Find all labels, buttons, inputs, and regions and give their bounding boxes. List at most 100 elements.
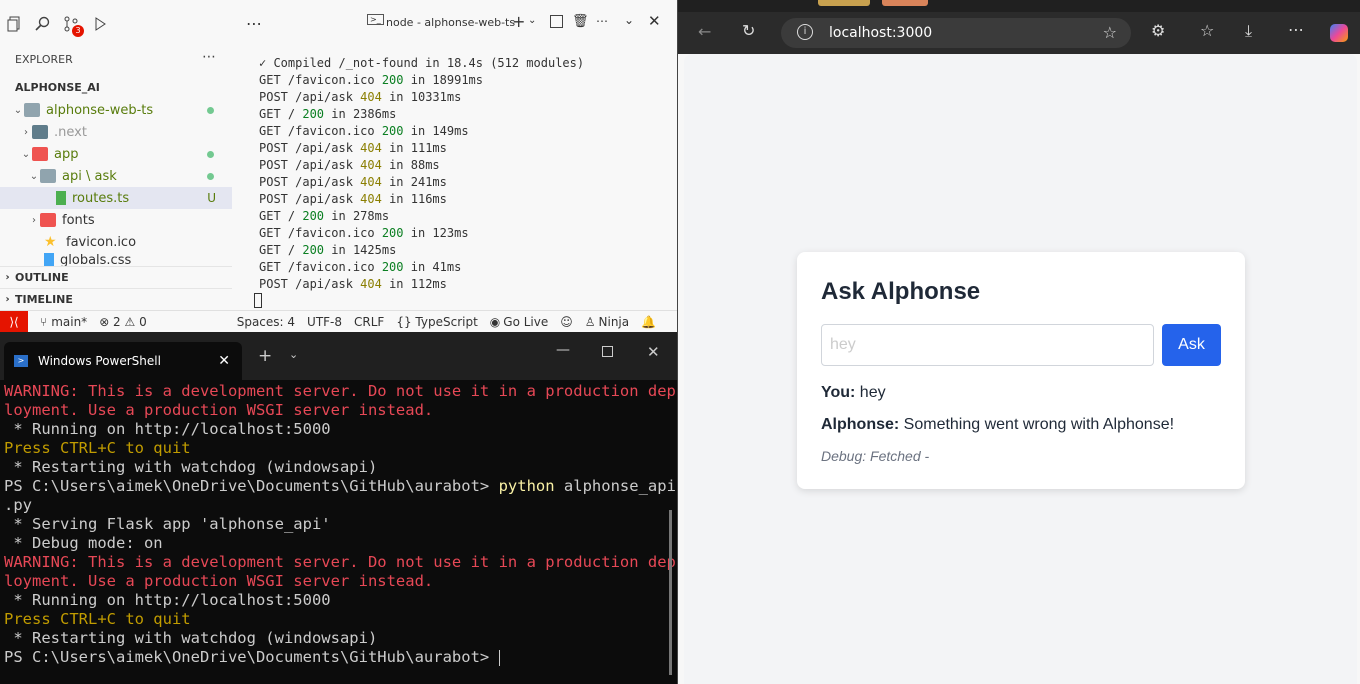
source-control-icon[interactable]: 3 bbox=[60, 13, 84, 37]
ps-line: * Running on http://localhost:5000 bbox=[4, 591, 331, 609]
terminal-line: GET /favicon.ico 200 in 123ms bbox=[259, 226, 469, 240]
ps-line: Press CTRL+C to quit bbox=[4, 610, 191, 628]
star-icon: ★ bbox=[44, 234, 57, 250]
ps-line: WARNING: This is a development server. D… bbox=[4, 382, 676, 400]
branch-status[interactable]: main* bbox=[51, 315, 87, 329]
close-tab-icon[interactable]: ✕ bbox=[218, 353, 230, 369]
maximize-icon[interactable] bbox=[602, 346, 613, 357]
copilot-icon[interactable]: ☺ bbox=[560, 315, 573, 329]
split-terminal-icon[interactable] bbox=[550, 15, 563, 28]
downloads-icon[interactable]: ⤓ bbox=[1245, 21, 1252, 41]
tree-item-fonts[interactable]: › fonts bbox=[0, 209, 232, 231]
minimize-icon[interactable]: — bbox=[556, 342, 570, 358]
tree-item-api-ask[interactable]: ⌄ api \ ask bbox=[0, 165, 232, 187]
ps-line: * Debug mode: on bbox=[4, 534, 163, 552]
you-text: hey bbox=[855, 384, 886, 401]
problems-status[interactable]: ⊗ 2 ⚠ 0 bbox=[99, 315, 147, 329]
remote-icon[interactable]: ⟩⟨ bbox=[0, 310, 28, 333]
browser-window: ← ↻ i localhost:3000 ☆ ⚙ ☆ ⤓ ⋯ Ask Alpho… bbox=[677, 0, 1360, 684]
new-terminal-icon[interactable]: + bbox=[512, 12, 525, 31]
tree-item-app[interactable]: ⌄ app bbox=[0, 143, 232, 165]
ps-tabbar: > Windows PowerShell ✕ + ⌄ — ✕ bbox=[0, 332, 677, 380]
info-icon[interactable]: i bbox=[797, 24, 813, 40]
assistant-message: Alphonse: Something went wrong with Alph… bbox=[821, 416, 1174, 434]
terminal-line: POST /api/ask 404 in 111ms bbox=[259, 141, 447, 155]
terminal-line: GET / 200 in 278ms bbox=[259, 209, 390, 223]
browser-tab[interactable] bbox=[882, 0, 928, 6]
ninja-icon: ♙ bbox=[584, 314, 596, 329]
ps-line: * Serving Flask app 'alphonse_api' bbox=[4, 515, 331, 533]
bell-icon[interactable]: 🔔 bbox=[641, 315, 656, 329]
terminal-line: POST /api/ask 404 in 241ms bbox=[259, 175, 447, 189]
more-icon-2[interactable]: ⋯ bbox=[596, 14, 608, 28]
eol-status[interactable]: CRLF bbox=[354, 315, 384, 329]
ps-line: * Restarting with watchdog (windowsapi) bbox=[4, 629, 378, 647]
ask-button[interactable]: Ask bbox=[1162, 324, 1221, 366]
terminal-line: GET / 200 in 1425ms bbox=[259, 243, 397, 257]
tree-item-next[interactable]: › .next bbox=[0, 121, 232, 143]
debug-text: Debug: Fetched - bbox=[821, 448, 930, 464]
scrollbar[interactable] bbox=[669, 510, 672, 675]
language-status[interactable]: {} TypeScript bbox=[396, 315, 477, 329]
terminal-cursor bbox=[254, 293, 262, 308]
explorer-more-icon[interactable]: ⋯ bbox=[202, 49, 216, 65]
terminal-line: POST /api/ask 404 in 116ms bbox=[259, 192, 447, 206]
ps-tab[interactable]: > Windows PowerShell ✕ bbox=[4, 342, 242, 380]
status-bar: ⟩⟨ ⑂ main* ⊗ 2 ⚠ 0 Spaces: 4 UTF-8 CRLF {… bbox=[0, 310, 677, 333]
ps-line: Press CTRL+C to quit bbox=[4, 439, 191, 457]
back-icon[interactable]: ← bbox=[698, 22, 711, 41]
terminal-line: GET /favicon.ico 200 in 149ms bbox=[259, 124, 469, 138]
run-debug-icon[interactable] bbox=[88, 13, 110, 35]
tree-item-routes-ts[interactable]: routes.ts U bbox=[0, 187, 232, 209]
terminal-line: GET / 200 in 2386ms bbox=[259, 107, 397, 121]
outline-section[interactable]: › OUTLINE bbox=[0, 266, 232, 288]
search-icon[interactable] bbox=[32, 13, 54, 35]
workspace-title[interactable]: ALPHONSE_AI bbox=[15, 81, 100, 94]
golive-status[interactable]: Go Live bbox=[503, 315, 548, 329]
ps-output[interactable]: WARNING: This is a development server. D… bbox=[4, 382, 676, 667]
terminal-line: POST /api/ask 404 in 112ms bbox=[259, 277, 447, 291]
url-text: localhost:3000 bbox=[829, 25, 933, 41]
tree-item-favicon[interactable]: ★ favicon.ico bbox=[0, 231, 232, 253]
ask-card: Ask Alphonse Ask You: hey Alphonse: Some… bbox=[797, 252, 1245, 489]
trash-icon[interactable]: 🗑 bbox=[572, 14, 589, 29]
vscode-window: 3 ⋯ >_ node - alphonse-web-ts + ⌄ 🗑 ⋯ ⌄ … bbox=[0, 0, 677, 333]
menu-icon[interactable]: ⋯ bbox=[1288, 20, 1304, 39]
chevron-down-icon[interactable]: ⌄ bbox=[289, 348, 298, 361]
ps-line: loyment. Use a production WSGI server in… bbox=[4, 572, 434, 590]
ps-tab-title: Windows PowerShell bbox=[38, 354, 161, 368]
timeline-section[interactable]: › TIMELINE bbox=[0, 288, 232, 310]
maximize-panel-icon[interactable]: ⌄ bbox=[624, 13, 634, 27]
favorite-star-icon[interactable]: ☆ bbox=[1103, 23, 1117, 42]
copilot-icon[interactable] bbox=[1330, 24, 1348, 42]
ninja-status[interactable]: Ninja bbox=[599, 315, 630, 329]
ps-line: * Restarting with watchdog (windowsapi) bbox=[4, 458, 378, 476]
explorer-icon[interactable] bbox=[4, 13, 26, 35]
new-tab-icon[interactable]: + bbox=[258, 346, 272, 366]
ps-cursor bbox=[498, 649, 500, 666]
close-window-icon[interactable]: ✕ bbox=[647, 343, 660, 361]
alphonse-label: Alphonse: bbox=[821, 416, 900, 433]
page-title: Ask Alphonse bbox=[821, 278, 981, 305]
favorites-icon[interactable]: ☆ bbox=[1200, 21, 1214, 40]
tree-item-alphonse-web-ts[interactable]: ⌄ alphonse-web-ts bbox=[0, 99, 232, 121]
branch-icon: ⑂ bbox=[40, 314, 48, 329]
terminal-output[interactable]: ✓ Compiled /_not-found in 18.4s (512 mod… bbox=[259, 55, 584, 293]
terminal-tab[interactable]: node - alphonse-web-ts bbox=[386, 16, 515, 29]
alphonse-text: Something went wrong with Alphonse! bbox=[899, 416, 1175, 433]
powershell-window: > Windows PowerShell ✕ + ⌄ — ✕ WARNING: … bbox=[0, 332, 677, 684]
more-icon[interactable]: ⋯ bbox=[246, 14, 262, 33]
encoding-status[interactable]: UTF-8 bbox=[307, 315, 342, 329]
chevron-down-icon[interactable]: ⌄ bbox=[528, 15, 536, 26]
address-bar[interactable]: i localhost:3000 ☆ bbox=[781, 18, 1131, 48]
extensions-icon[interactable]: ⚙ bbox=[1151, 21, 1165, 40]
spaces-status[interactable]: Spaces: 4 bbox=[237, 315, 295, 329]
browser-tab[interactable] bbox=[818, 0, 870, 6]
ps-line: loyment. Use a production WSGI server in… bbox=[4, 401, 434, 419]
close-panel-icon[interactable]: ✕ bbox=[648, 12, 661, 30]
refresh-icon[interactable]: ↻ bbox=[742, 21, 755, 40]
page-content: Ask Alphonse Ask You: hey Alphonse: Some… bbox=[684, 54, 1357, 684]
ps-line: WARNING: This is a development server. D… bbox=[4, 553, 676, 571]
tree-item-globals[interactable]: globals.css bbox=[0, 253, 232, 267]
question-input[interactable] bbox=[821, 324, 1154, 366]
